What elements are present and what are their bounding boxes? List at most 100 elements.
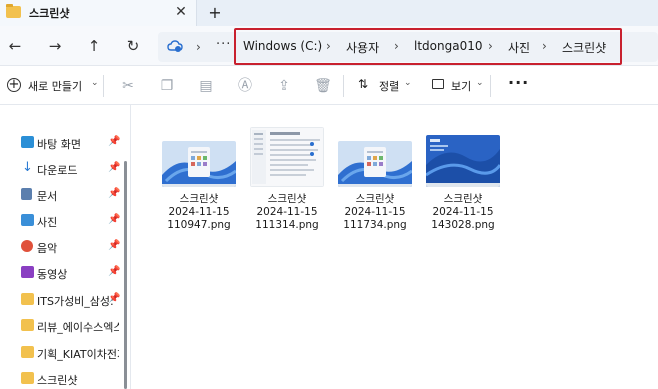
file-suffix: 111734.png	[343, 219, 407, 231]
sort-icon: ⇅	[358, 77, 369, 91]
sidebar-item-label: ITS가성비_삼성:	[37, 295, 114, 308]
image-thumbnail	[162, 141, 236, 187]
desktop-icon	[21, 136, 34, 148]
pin-icon: 📌	[108, 188, 121, 199]
file-name: 스크린샷	[179, 193, 219, 205]
video-icon	[21, 266, 34, 278]
file-suffix: 111314.png	[255, 219, 319, 231]
file-suffix: 110947.png	[167, 219, 231, 231]
pin-icon: 📌	[108, 240, 121, 251]
chevron-down-icon: ⌄	[91, 78, 99, 88]
sidebar-item-label: 기획_KIAT이차전지	[37, 348, 119, 361]
up-button[interactable]: ↑	[83, 35, 105, 57]
refresh-button[interactable]: ↻	[122, 35, 144, 57]
sidebar-item-videos[interactable]: 동영상 📌	[0, 262, 122, 284]
file-name: 스크린샷	[443, 193, 483, 205]
view-icon	[432, 79, 444, 89]
folder-icon	[21, 372, 34, 384]
file-date: 2024-11-15	[168, 206, 230, 218]
view-label: 보기	[451, 80, 472, 93]
sidebar-item-downloads[interactable]: ↓ 다운로드 📌	[0, 158, 122, 180]
breadcrumb-drive[interactable]: Windows (C:)	[243, 39, 322, 53]
sidebar-item-documents[interactable]: 문서 📌	[0, 184, 122, 206]
more-options-button[interactable]: ···	[508, 73, 529, 92]
path-overflow-button[interactable]: ···	[216, 37, 231, 52]
close-tab-button[interactable]: ✕	[172, 3, 190, 21]
sidebar-item-folder[interactable]: 리뷰_에이수스엑스	[0, 315, 122, 337]
file-item[interactable]: 스크린샷 2024-11-15 111734.png	[330, 127, 420, 237]
toolbar-divider	[343, 75, 344, 97]
file-item[interactable]: 스크린샷 2024-11-15 110947.png	[154, 127, 244, 237]
chevron-right-icon: ›	[542, 39, 547, 53]
toolbar-divider	[103, 75, 104, 97]
document-icon	[21, 188, 32, 200]
forward-button[interactable]: →	[44, 35, 66, 57]
plus-icon: +	[7, 77, 21, 92]
sort-label: 정렬	[379, 80, 400, 93]
chevron-right-icon: ›	[326, 39, 331, 53]
image-thumbnail	[426, 135, 500, 187]
sidebar-item-label: 음악	[37, 242, 58, 255]
pin-icon: 📌	[108, 214, 121, 225]
file-item[interactable]: 스크린샷 2024-11-15 111314.png	[242, 127, 332, 237]
download-icon: ↓	[22, 160, 33, 175]
folder-icon	[21, 293, 34, 305]
chevron-right-icon: ›	[394, 39, 399, 53]
sidebar-item-folder[interactable]: 기획_KIAT이차전지	[0, 342, 122, 364]
file-date: 2024-11-15	[432, 206, 494, 218]
sidebar-item-label: 바탕 화면	[37, 138, 81, 151]
file-name: 스크린샷	[355, 193, 395, 205]
delete-icon[interactable]: 🗑	[313, 76, 333, 96]
file-item[interactable]: 스크린샷 2024-11-15 143028.png	[418, 127, 508, 237]
sidebar-item-label: 다운로드	[37, 164, 78, 177]
image-thumbnail	[338, 141, 412, 187]
sidebar-item-label: 문서	[37, 190, 58, 203]
command-bar: + 새로 만들기 ⌄ ✂ ❐ ▤ Ⓐ ⇪ 🗑 ⇅ 정렬 ⌄ 보기 ⌄ ···	[0, 67, 658, 105]
breadcrumb-pictures[interactable]: 사진	[508, 39, 530, 56]
image-thumbnail	[250, 127, 324, 187]
chevron-right-icon: ›	[196, 40, 201, 54]
paste-icon[interactable]: ▤	[196, 76, 216, 96]
scrollbar-thumb[interactable]	[124, 161, 127, 389]
new-tab-button[interactable]: +	[205, 3, 225, 23]
folder-icon	[21, 346, 34, 358]
tab-screenshots[interactable]: 스크린샷 ✕	[0, 0, 197, 26]
sidebar-scrollbar[interactable]	[122, 145, 129, 389]
breadcrumb-screenshots[interactable]: 스크린샷	[562, 39, 606, 56]
sidebar-item-desktop[interactable]: 바탕 화면 📌	[0, 132, 122, 154]
sidebar-item-folder[interactable]: ITS가성비_삼성: 📌	[0, 289, 122, 311]
navigation-pane: 바탕 화면 📌 ↓ 다운로드 📌 문서 📌 사진 📌 음악 📌 동영상 📌 IT…	[0, 105, 131, 389]
new-button-label: 새로 만들기	[28, 80, 83, 93]
tab-title: 스크린샷	[29, 7, 70, 20]
share-icon[interactable]: ⇪	[274, 76, 294, 96]
pin-icon: 📌	[108, 162, 121, 173]
sidebar-item-label: 동영상	[37, 268, 68, 281]
cut-icon[interactable]: ✂	[118, 76, 138, 96]
sidebar-item-music[interactable]: 음악 📌	[0, 236, 122, 258]
folder-icon	[21, 319, 34, 331]
file-suffix: 143028.png	[431, 219, 495, 231]
onedrive-cloud-icon	[167, 40, 183, 52]
pin-icon: 📌	[108, 136, 121, 147]
sidebar-item-label: 리뷰_에이수스엑스	[37, 321, 119, 334]
file-list: 스크린샷 2024-11-15 110947.png 스크린샷 2024-11-…	[132, 105, 658, 389]
address-row: ← → ↑ ↻ › ··· Windows (C:) › 사용자 › ltdon…	[0, 26, 658, 66]
sidebar-item-folder[interactable]: 스크린샷	[0, 368, 122, 389]
sidebar-item-label: 스크린샷	[37, 374, 78, 387]
pin-icon: 📌	[108, 293, 121, 304]
breadcrumb-users[interactable]: 사용자	[346, 39, 379, 56]
chevron-down-icon: ⌄	[404, 78, 412, 88]
pin-icon: 📌	[108, 266, 121, 277]
file-date: 2024-11-15	[344, 206, 406, 218]
file-date: 2024-11-15	[256, 206, 318, 218]
sidebar-item-pictures[interactable]: 사진 📌	[0, 210, 122, 232]
address-bar[interactable]: › ··· Windows (C:) › 사용자 › ltdonga010 › …	[158, 28, 658, 65]
back-button[interactable]: ←	[4, 35, 26, 57]
copy-icon[interactable]: ❐	[157, 76, 177, 96]
tab-bar: 스크린샷 ✕ +	[0, 0, 658, 26]
breadcrumb-user[interactable]: ltdonga010	[414, 39, 482, 53]
folder-icon	[6, 4, 21, 18]
file-name: 스크린샷	[267, 193, 307, 205]
music-icon	[21, 240, 33, 252]
rename-icon[interactable]: Ⓐ	[235, 76, 255, 96]
